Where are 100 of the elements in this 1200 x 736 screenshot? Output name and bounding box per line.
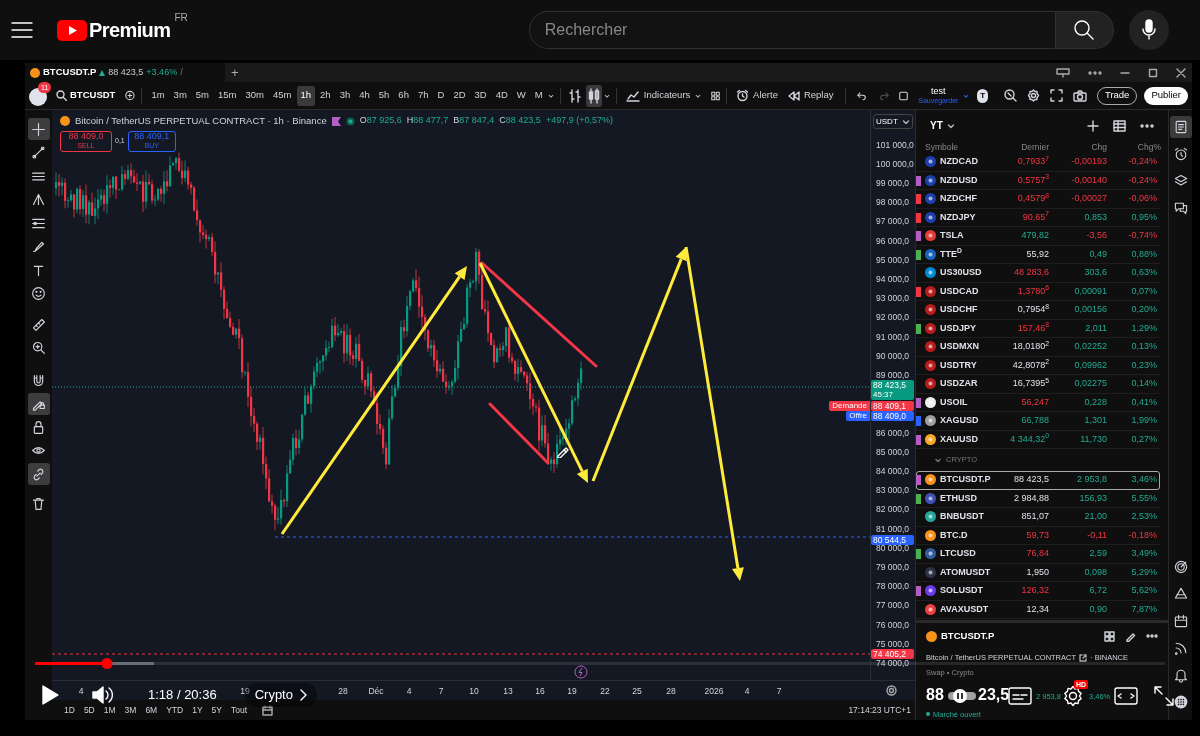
flag-marker[interactable] [916, 549, 921, 559]
flag-marker[interactable] [916, 231, 921, 241]
camera-icon[interactable] [1072, 89, 1087, 102]
interval-tab[interactable]: 30m [242, 85, 268, 106]
layout-name[interactable]: test [931, 86, 946, 96]
watchlist-row[interactable]: XAGUSD 66,788 1,301 1,99% [916, 412, 1160, 431]
templates-icon[interactable] [711, 89, 721, 102]
grid-icon[interactable] [1104, 630, 1115, 642]
user-initial[interactable]: T [977, 88, 988, 103]
chevron-icon[interactable] [934, 456, 942, 464]
watchlist-row[interactable]: USOIL 56,247 0,228 0,41% [916, 393, 1160, 412]
interval-tab[interactable]: 15m [214, 85, 240, 106]
interval-tab[interactable]: 1m [147, 85, 169, 106]
youtube-logo-icon[interactable] [57, 19, 87, 41]
add-symbol-icon[interactable] [125, 89, 136, 102]
flag-marker[interactable] [916, 249, 921, 260]
interval-tab[interactable]: 3h [336, 85, 354, 106]
quick-search-icon[interactable] [1003, 89, 1017, 102]
miniplayer-icon[interactable] [1114, 686, 1138, 706]
flag-marker[interactable] [916, 212, 921, 223]
column-header[interactable]: Dernier [991, 141, 1049, 154]
sidebar-button[interactable] [1169, 116, 1192, 138]
watchlist-row[interactable]: BNBUSDT 851,07 21,00 2,53% [916, 508, 1160, 527]
layout-icon[interactable] [1056, 67, 1070, 78]
interval-tab[interactable]: 2D [449, 85, 470, 106]
flag-marker[interactable] [916, 397, 921, 408]
maximize-icon[interactable] [1148, 67, 1158, 78]
watchlist-row[interactable]: ATOMUSDT 1,950 0,098 5,29% [916, 563, 1160, 582]
watchlist-row[interactable]: NZDCAD 0,7933$^{7}$ -0,00193 -0,24% [916, 153, 1160, 172]
flag-marker[interactable] [916, 416, 921, 426]
settings-icon[interactable] [886, 685, 897, 697]
flag-marker[interactable] [916, 434, 921, 445]
tool-button[interactable] [27, 463, 50, 485]
flag-marker[interactable] [916, 194, 921, 204]
plus-icon[interactable] [1087, 119, 1099, 132]
interval-tab[interactable]: 6h [394, 85, 413, 106]
interval-tab[interactable]: 7h [414, 85, 432, 106]
interval-tab[interactable]: 5m [192, 85, 213, 106]
settings-icon[interactable] [1062, 685, 1084, 707]
replay-button[interactable]: Replay [782, 88, 839, 103]
search-button[interactable] [1055, 11, 1114, 49]
watchlist-row[interactable]: USDTRY 42,8078$^{2}$ 0,09962 0,23% [916, 356, 1160, 375]
watchlist-row[interactable]: USDZAR 16,7395$^{5}$ 0,02275 0,14% [916, 375, 1160, 394]
range-button[interactable]: 6M [143, 703, 160, 717]
volume-icon[interactable] [91, 684, 115, 706]
interval-tab[interactable]: W [513, 85, 530, 106]
watchlist-row[interactable]: BTC.D 59,73 -0,11 -0,18% [916, 526, 1160, 545]
alert-button[interactable]: Alerte [733, 88, 781, 103]
indicators-button[interactable]: Indicateurs [622, 88, 694, 103]
range-button[interactable]: 1M [101, 703, 118, 717]
range-button[interactable]: 1Y [190, 703, 205, 717]
watchlist-row[interactable]: US30USD 48 283,6 303,6 0,63% [916, 264, 1160, 283]
watchlist-row[interactable]: USDCHF 0,7954$^{8}$ 0,00156 0,20% [916, 301, 1160, 320]
interval-tab[interactable]: 5h [375, 85, 393, 106]
column-header[interactable]: Chg [1049, 141, 1107, 154]
watchlist-row[interactable]: NZDCHF 0,4579$^{8}$ -0,00027 -0,06% [916, 190, 1160, 209]
watchlist-row[interactable]: BTCUSDT.P 88 423,5 2 953,8 3,46% [916, 471, 1160, 490]
flag-marker[interactable] [916, 323, 921, 334]
range-button[interactable]: 1D [62, 703, 77, 717]
range-button[interactable]: 3M [122, 703, 139, 717]
search-field[interactable]: Rechercher [528, 11, 1056, 49]
publish-button[interactable]: Publier [1144, 86, 1188, 105]
symbol-search-button[interactable]: BTCUSDT [53, 88, 119, 103]
interval-tab[interactable]: 3m [170, 85, 191, 106]
watchlist-row[interactable]: LTCUSD 76,84 2,59 3,49% [916, 545, 1160, 564]
watchlist-name[interactable]: YT [930, 118, 943, 133]
checkbox-icon[interactable] [899, 89, 909, 102]
microphone-button[interactable] [1128, 10, 1169, 50]
tool-button[interactable] [27, 118, 50, 140]
calendar-icon[interactable] [262, 704, 274, 716]
fullscreen-icon[interactable] [1049, 89, 1063, 102]
interval-tab[interactable]: 4h [355, 85, 374, 106]
interval-tab[interactable]: 3D [471, 85, 491, 106]
caret-icon[interactable] [902, 117, 910, 126]
interval-tab[interactable]: M [531, 85, 547, 106]
autoplay-toggle[interactable] [948, 689, 976, 703]
new-tab-button[interactable]: + [231, 62, 239, 83]
watchlist-row[interactable]: TTE$^{D}$ 55,92 0,49 0,88% [916, 245, 1160, 264]
range-button[interactable]: YTD [164, 703, 186, 717]
play-icon[interactable] [40, 684, 60, 706]
undo-icon[interactable] [857, 90, 867, 101]
flag-marker[interactable] [916, 493, 921, 504]
close-icon[interactable] [1176, 67, 1186, 78]
chart-type-button[interactable] [585, 84, 603, 107]
tool-button[interactable] [27, 392, 50, 415]
more-icon[interactable] [1140, 123, 1154, 128]
caret-icon[interactable] [946, 121, 955, 130]
table-icon[interactable] [1113, 119, 1126, 132]
interval-tab[interactable]: 45m [269, 85, 295, 106]
watchlist-row[interactable]: NZDJPY 90,65$^{7}$ 0,853 0,95% [916, 208, 1160, 227]
more-icon[interactable] [1146, 634, 1158, 639]
currency-dropdown[interactable]: USDT [873, 114, 913, 129]
flag-marker[interactable] [916, 586, 921, 596]
interval-tab[interactable]: 1h [296, 85, 315, 106]
menu-icon[interactable] [11, 21, 33, 39]
watchlist-row[interactable]: SOLUSDT 126,32 6,72 5,62% [916, 582, 1160, 601]
flag-marker[interactable] [916, 475, 921, 485]
interval-tab[interactable]: D [434, 85, 448, 106]
watchlist-row[interactable]: ETHUSD 2 984,88 156,93 5,55% [916, 489, 1160, 508]
flag-icon[interactable] [331, 116, 341, 126]
